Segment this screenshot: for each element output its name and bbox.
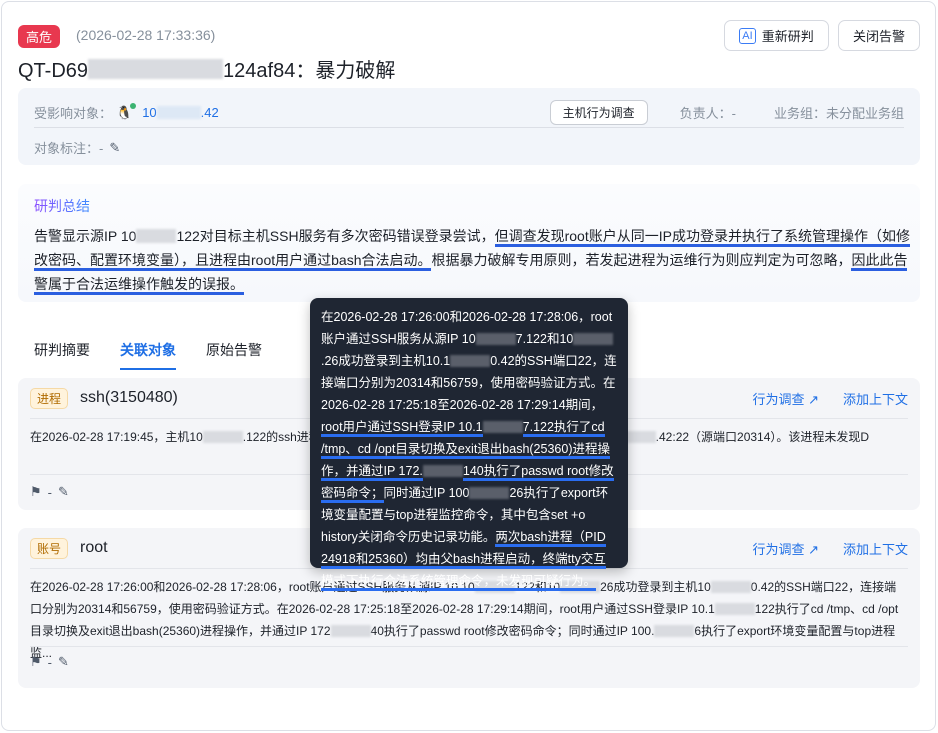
type-tag: 账号 (30, 538, 68, 559)
object-name: root (80, 539, 108, 557)
assessment-summary: 研判总结 告警显示源IP 10 122对目标主机SSH服务有多次密码错误登录尝试，… (18, 184, 920, 302)
linux-penguin-icon: 🐧 (116, 105, 132, 121)
tab-related-objects[interactable]: 关联对象 (120, 340, 176, 370)
affected-host-link[interactable]: 10.42 (142, 105, 219, 120)
external-link-icon: ↗ (808, 392, 819, 407)
host-investigate-button[interactable]: 主机行为调查 (550, 100, 648, 125)
text-segment: 在2026-02-28 17:19:45，主机10 (30, 430, 203, 444)
flag-icon[interactable]: ⚑ (30, 654, 42, 670)
text-segment: 122对目标主机SSH服务有多次密码错误登录尝试， (176, 228, 494, 244)
text-segment: 告警显示源IP 10 (34, 228, 136, 244)
business-group: 业务组：未分配业务组 (774, 103, 904, 122)
redacted-block (450, 355, 490, 368)
behavior-investigate-link[interactable]: 行为调查 ↗ (752, 389, 819, 408)
text-segment: 40执行了passwd root修改密码命令；同时通过IP 100. (371, 624, 655, 638)
tab-bar: 研判摘要 关联对象 原始告警 (34, 340, 262, 370)
redacted-block (331, 625, 371, 637)
title-suffix: 124af84：暴力破解 (223, 60, 395, 82)
tab-summary[interactable]: 研判摘要 (34, 340, 90, 370)
edit-icon[interactable]: ✎ (58, 484, 69, 500)
text-segment: 根据暴力破解专用原则，若发起进程为运维行为则应判定为可忽略， (431, 252, 851, 268)
text-segment: 7.122和10 (516, 332, 574, 346)
type-tag: 进程 (30, 388, 68, 409)
summary-text: 告警显示源IP 10122对目标主机SSH服务有多次密码错误登录尝试，但调查发现… (34, 224, 914, 296)
redacted-block (88, 59, 223, 79)
host-suffix: .42 (201, 105, 219, 120)
summary-title: 研判总结 (34, 196, 90, 216)
add-context-link[interactable]: 添加上下文 (843, 389, 908, 408)
edit-icon[interactable]: ✎ (109, 140, 120, 156)
annotation-label: 对象标注：- (34, 138, 103, 157)
redacted-block (573, 333, 613, 346)
edit-icon[interactable]: ✎ (58, 654, 69, 670)
affected-label: 受影响对象： (34, 103, 112, 122)
redacted-block (476, 333, 516, 346)
page-title: QT-D69 124af84：暴力破解 (18, 54, 395, 83)
severity-badge: 高危 (18, 25, 60, 48)
redacted-block (423, 465, 463, 478)
flag-icon[interactable]: ⚑ (30, 484, 42, 500)
owner: 负责人：- (680, 103, 736, 122)
tooltip: 在2026-02-28 17:26:00和2026-02-28 17:28:06… (310, 298, 628, 568)
tab-raw-alert[interactable]: 原始告警 (206, 340, 262, 370)
redacted-block (711, 581, 751, 593)
divider (30, 646, 908, 647)
redacted-block (654, 625, 694, 637)
flag-value: - (48, 485, 52, 500)
text-segment: 26成功登录到主机10 (600, 580, 711, 594)
link-label: 行为调查 (752, 392, 804, 407)
add-context-link[interactable]: 添加上下文 (843, 539, 908, 558)
close-alert-button[interactable]: 关闭告警 (838, 20, 920, 51)
object-name: ssh(3150480) (80, 389, 178, 407)
text-segment: .42:22（源端口20314）。该进程未发现D (656, 430, 869, 444)
reassess-label: 重新研判 (762, 26, 814, 45)
reassess-button[interactable]: AI 重新研判 (724, 20, 829, 51)
external-link-icon: ↗ (808, 542, 819, 557)
info-box: 受影响对象： 🐧 10.42 主机行为调查 负责人：- 业务组：未分配业务组 对… (18, 88, 920, 165)
redacted-block (136, 229, 176, 243)
link-label: 行为调查 (752, 542, 804, 557)
highlighted-text: root用户通过SSH登录IP 10.1 (321, 420, 483, 437)
behavior-investigate-link[interactable]: 行为调查 ↗ (752, 539, 819, 558)
text-segment: .26成功登录到主机10.1 (321, 354, 450, 368)
redacted-block (715, 603, 755, 615)
redacted-block (157, 106, 201, 119)
redacted-block (469, 487, 509, 500)
redacted-block (483, 421, 523, 434)
ai-icon: AI (739, 28, 755, 44)
title-prefix: QT-D69 (18, 60, 88, 82)
flag-value: - (48, 655, 52, 670)
host-prefix: 10 (142, 105, 156, 120)
redacted-block (203, 431, 243, 443)
alert-timestamp: (2026-02-28 17:33:36) (76, 27, 215, 43)
text-segment: 同时通过IP 100 (384, 486, 470, 500)
